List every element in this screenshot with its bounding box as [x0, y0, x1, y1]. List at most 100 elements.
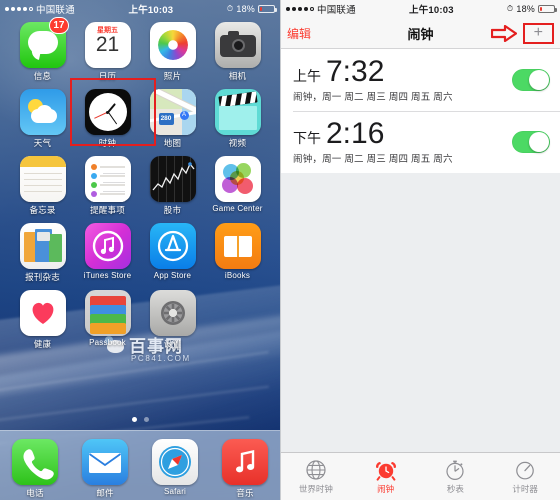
edit-button[interactable]: 编辑	[287, 25, 311, 42]
alarm-ampm: 上午	[293, 68, 321, 84]
alarm-info: 上午 7:32 闹钟，周一 周二 周三 周四 周五 周六	[293, 56, 512, 104]
settings-icon	[149, 290, 196, 336]
dock-label: 音乐	[236, 488, 254, 498]
clock-app-alarm-screen: 中国联通 上午10:03 ⏱ 18% 编辑 闹钟 + 上午 7:32 闹钟，周一…	[280, 0, 560, 500]
newsstand-icon	[19, 223, 66, 269]
alarm-row[interactable]: 下午 2:16 闹钟，周一 周二 周三 周四 周五 周六	[281, 111, 560, 173]
app-label: iTunes Store	[83, 271, 132, 280]
navigation-bar-right: +	[490, 22, 554, 44]
dock-item-mail[interactable]: 邮件	[74, 439, 136, 499]
alarm-clock-icon	[375, 461, 396, 481]
app-label: 健康	[33, 339, 52, 349]
app-icon-clock[interactable]: 时钟	[77, 89, 139, 149]
health-icon	[19, 290, 66, 336]
tab-label: 秒表	[446, 483, 464, 494]
battery-icon	[538, 5, 557, 13]
app-icon-newsstand[interactable]: 报刊杂志	[12, 223, 74, 283]
app-icon-game-center[interactable]: Game Center	[207, 156, 269, 216]
maps-icon: 280 A	[149, 89, 196, 135]
carrier-label: 中国联通	[317, 5, 356, 16]
dock-item-safari[interactable]: Safari	[144, 439, 206, 496]
music-icon	[222, 439, 268, 485]
right-arrow-annotation	[490, 24, 517, 42]
dock-item-music[interactable]: 音乐	[214, 439, 276, 499]
home-screen: 中国联通 上午10:03 ⏱ 18% 17 信息 星期五 21 日历 照片 相机…	[0, 0, 280, 500]
alarm-list-empty-area	[281, 173, 560, 452]
app-icon-maps[interactable]: 280 A 地图	[142, 89, 204, 149]
itunes-store-icon	[84, 223, 131, 269]
game-center-icon	[214, 156, 261, 202]
tab-stopwatch[interactable]: 秒表	[421, 459, 491, 495]
dock-label: 电话	[26, 488, 44, 498]
alarm-content-column: 上午 7:32 闹钟，周一 周二 周三 周四 周五 周六 下午 2:16 闹钟，…	[281, 49, 560, 452]
app-icon-camera[interactable]: 相机	[207, 22, 269, 82]
app-icon-grid: 17 信息 星期五 21 日历 照片 相机 天气 时钟 280 A 地图 视频 …	[0, 17, 280, 350]
plus-icon: +	[533, 23, 543, 41]
battery-percent-label: 18%	[516, 4, 535, 14]
app-icon-itunes-store[interactable]: iTunes Store	[77, 223, 139, 283]
ibooks-icon	[214, 223, 261, 269]
app-icon-weather[interactable]: 天气	[12, 89, 74, 149]
alarm-clock-icon: ⏱	[226, 4, 234, 13]
stopwatch-icon	[446, 460, 464, 480]
status-bar-right: ⏱ 18%	[507, 4, 557, 14]
app-icon-passbook[interactable]: Passbook	[77, 290, 139, 350]
status-bar-alarm: 中国联通 上午10:03 ⏱ 18%	[281, 0, 560, 18]
app-icon-calendar[interactable]: 星期五 21 日历	[77, 22, 139, 82]
status-bar-left: 中国联通	[286, 2, 356, 16]
status-bar-clock: 上午10:03	[128, 5, 174, 16]
dock-label: Safari	[163, 487, 187, 496]
alarm-time-value: 2:16	[326, 117, 385, 150]
alarm-row[interactable]: 上午 7:32 闹钟，周一 周二 周三 周四 周五 周六	[281, 49, 560, 111]
alarm-time-value: 7:32	[326, 55, 385, 88]
tab-label: 世界时钟	[298, 483, 333, 494]
app-icon-app-store[interactable]: App Store	[142, 223, 204, 283]
status-bar-right: ⏱ 18%	[226, 4, 277, 14]
status-bar-home: 中国联通 上午10:03 ⏱ 18%	[0, 0, 280, 18]
maps-route-shield: 280	[158, 113, 174, 125]
alarm-info: 下午 2:16 闹钟，周一 周二 周三 周四 周五 周六	[293, 118, 512, 166]
navigation-bar: 编辑 闹钟 +	[281, 18, 560, 49]
app-label: 报刊杂志	[25, 272, 60, 282]
app-icon-stocks[interactable]: 股市	[142, 156, 204, 216]
app-label: 设置	[163, 339, 182, 349]
tab-alarm[interactable]: 闹钟	[351, 459, 421, 495]
app-icon-reminders[interactable]: 提醒事项	[77, 156, 139, 216]
add-alarm-button[interactable]: +	[522, 22, 554, 44]
alarm-time: 下午 2:16	[293, 118, 512, 150]
page-indicator[interactable]	[0, 417, 280, 422]
app-label: App Store	[153, 271, 192, 280]
tab-world-clock[interactable]: 世界时钟	[281, 459, 351, 495]
app-icon-videos[interactable]: 视频	[207, 89, 269, 149]
photos-icon	[149, 22, 196, 68]
dock-label: 邮件	[96, 488, 114, 498]
mail-icon	[82, 439, 128, 485]
timer-icon	[516, 461, 534, 479]
passbook-icon	[84, 290, 131, 336]
app-icon-messages[interactable]: 17 信息	[12, 17, 74, 82]
page-dot-2[interactable]	[143, 417, 149, 422]
app-icon-notes[interactable]: 备忘录	[12, 156, 74, 216]
stocks-icon	[149, 156, 196, 202]
toggle-knob	[529, 69, 549, 90]
alarm-list: 上午 7:32 闹钟，周一 周二 周三 周四 周五 周六 下午 2:16 闹钟，…	[281, 49, 560, 173]
app-icon-settings[interactable]: 设置	[142, 290, 204, 350]
dock-item-phone[interactable]: 电话	[4, 439, 66, 499]
battery-icon	[258, 5, 277, 13]
alarm-toggle[interactable]	[512, 68, 550, 91]
camera-icon	[214, 22, 261, 68]
app-icon-ibooks[interactable]: iBooks	[207, 223, 269, 283]
icon-wrapper: 17	[19, 17, 69, 68]
app-icon-photos[interactable]: 照片	[142, 22, 204, 82]
calendar-day: 21	[95, 33, 120, 56]
app-label: 股市	[163, 205, 182, 215]
app-label: 视频	[228, 138, 247, 148]
tab-timer[interactable]: 计时器	[490, 459, 560, 495]
alarm-time: 上午 7:32	[293, 56, 512, 88]
app-store-icon	[149, 223, 196, 269]
badge-messages: 17	[49, 17, 69, 34]
alarm-toggle[interactable]	[512, 130, 550, 153]
page-dot-1[interactable]	[131, 417, 137, 422]
app-icon-health[interactable]: 健康	[12, 290, 74, 350]
videos-icon	[214, 89, 261, 135]
